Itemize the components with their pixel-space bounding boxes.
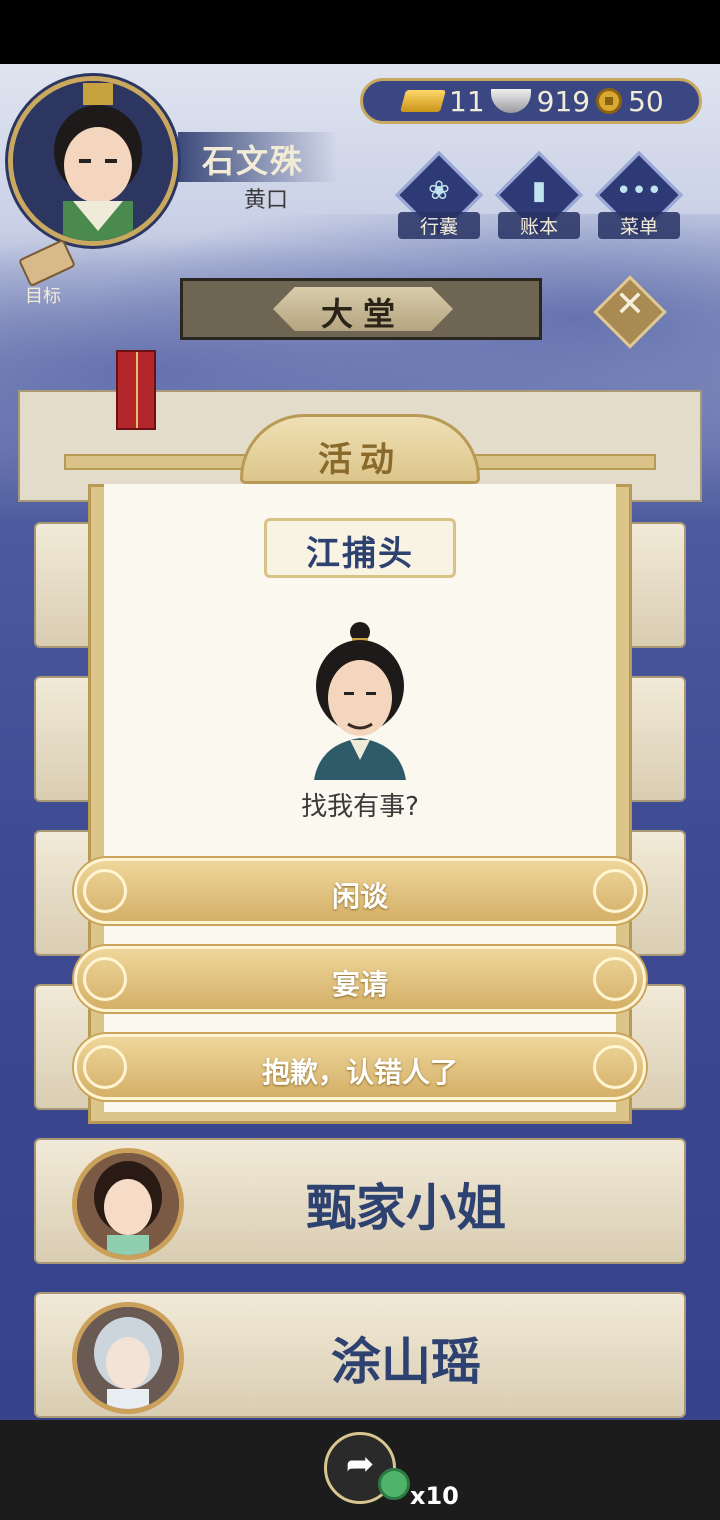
scroll-icon [18, 238, 76, 288]
menu-button-label: 菜单 [598, 212, 680, 239]
option-chat-button[interactable]: 闲谈 [74, 858, 646, 924]
jade-icon [378, 1468, 410, 1500]
npc-portrait [300, 620, 420, 780]
list-item-zhen[interactable]: 甄家小姐 [34, 1138, 686, 1264]
option-label: 宴请 [331, 968, 388, 1001]
goal-label: 目标 [25, 286, 61, 307]
option-apologize-button[interactable]: 抱歉，认错人了 [74, 1034, 646, 1100]
goal-button[interactable]: 目标 [12, 238, 82, 312]
option-label: 抱歉，认错人了 [261, 1056, 458, 1089]
avatar [72, 1302, 184, 1414]
dialog-title: 活动 [318, 440, 402, 480]
hall-title: 大堂 [320, 295, 405, 333]
npc-name: 江捕头 [306, 534, 414, 574]
character-name: 甄家小姐 [306, 1179, 506, 1237]
character-name: 涂山瑶 [331, 1333, 481, 1391]
jade-count: x10 [410, 1482, 459, 1510]
coin-count: 50 [628, 84, 664, 118]
gold-count: 11 [449, 84, 485, 118]
player-name: 石文殊 [202, 142, 305, 180]
player-rank: 黄口 [244, 188, 289, 213]
menu-icon: ••• [615, 176, 662, 206]
hall-plaque: 大堂 [180, 278, 542, 340]
option-banquet-button[interactable]: 宴请 [74, 946, 646, 1012]
npc-dialogue: 找我有事? [301, 792, 419, 822]
ledger-button[interactable]: ▮ 账本 [495, 151, 584, 246]
bag-button[interactable]: ❀ 行囊 [395, 151, 484, 246]
avatar [72, 1148, 184, 1260]
bag-button-label: 行囊 [398, 212, 480, 239]
currency-bar: 11 919 50 [360, 78, 702, 124]
constable-portrait-icon [314, 622, 406, 780]
silver-ingot-icon [490, 89, 531, 113]
menu-button[interactable]: ••• 菜单 [595, 151, 684, 246]
ledger-icon: ▮ [531, 176, 547, 206]
gold-ingot-icon [400, 90, 446, 112]
option-label: 闲谈 [331, 880, 388, 913]
game-scene: 石文殊 黄口 11 919 50 ❀ 行囊 ▮ 账本 ••• 菜单 目标 大堂 … [0, 64, 720, 1420]
fox-lady-portrait-icon [77, 1307, 179, 1409]
close-icon: ✕ [614, 284, 646, 325]
ledger-button-label: 账本 [498, 212, 580, 239]
player-avatar[interactable] [8, 76, 178, 246]
list-item-tushan[interactable]: 涂山瑶 [34, 1292, 686, 1418]
status-bar [0, 0, 720, 64]
bag-icon: ❀ [428, 176, 450, 206]
dialog-header: 活动 [64, 414, 656, 504]
lady-portrait-icon [77, 1153, 179, 1255]
silver-count: 919 [536, 84, 591, 118]
copper-coin-icon [596, 88, 623, 114]
